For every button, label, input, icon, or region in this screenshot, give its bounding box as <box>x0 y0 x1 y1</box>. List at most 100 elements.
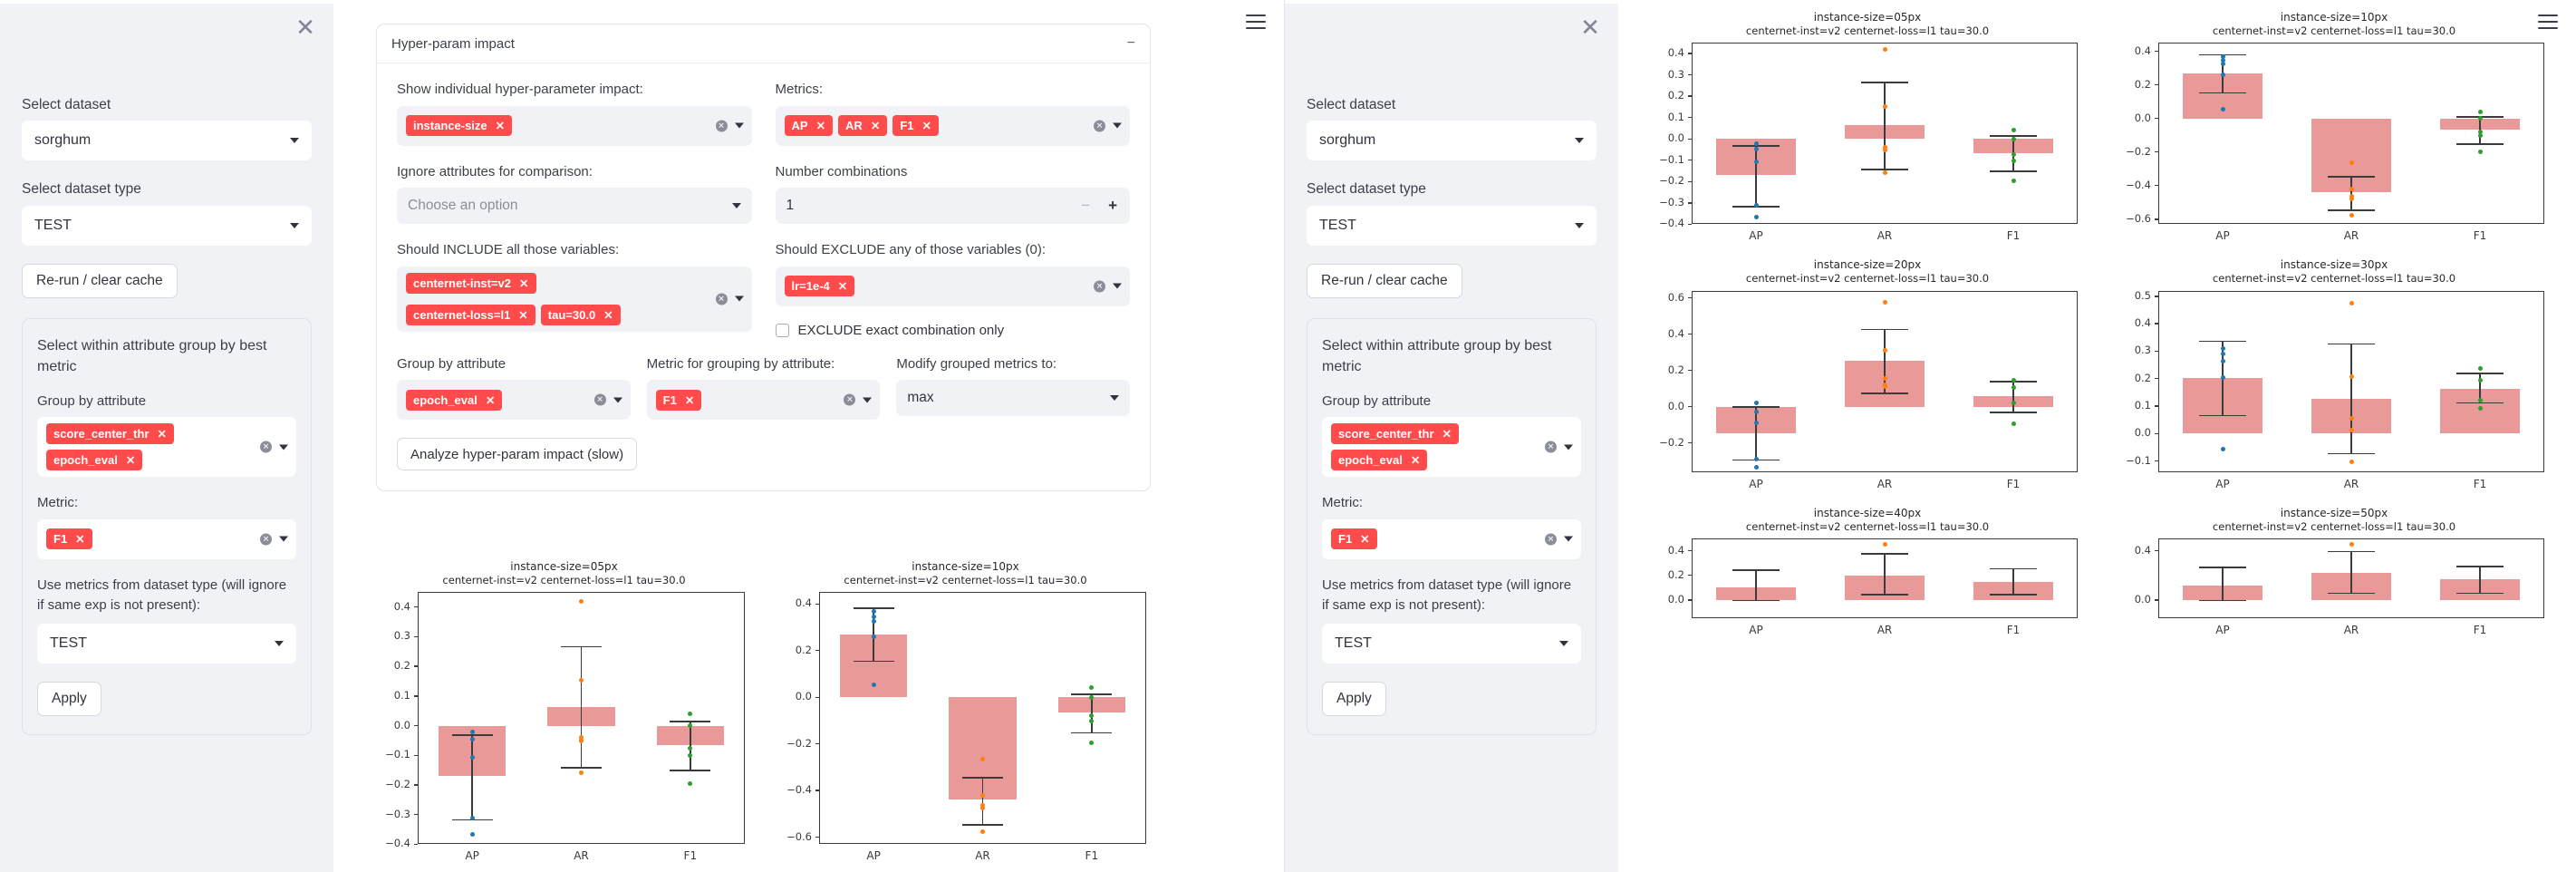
chart-subtitle: centernet-inst=v2 centernet-loss=l1 tau=… <box>2212 519 2456 533</box>
dataset-type-select[interactable]: TEST <box>22 205 312 246</box>
increment-icon[interactable]: + <box>1099 197 1119 215</box>
chip-remove-icon[interactable]: ✕ <box>158 427 167 441</box>
chevron-down-icon[interactable] <box>613 397 622 402</box>
decrement-icon[interactable]: − <box>1072 197 1099 215</box>
chip[interactable]: F1 ✕ <box>46 528 92 550</box>
chip[interactable]: lr=1e-4 ✕ <box>784 276 855 296</box>
chevron-down-icon[interactable] <box>1575 138 1584 144</box>
close-icon[interactable]: ✕ <box>294 15 317 40</box>
chip[interactable]: instance-size ✕ <box>406 115 513 136</box>
ignore-attributes-select[interactable]: Choose an option <box>397 188 752 224</box>
close-icon[interactable]: ✕ <box>1578 15 1602 40</box>
chip-remove-icon[interactable]: ✕ <box>1360 532 1369 546</box>
clear-all-icon[interactable]: ✕ <box>1094 120 1105 131</box>
analyze-hyper-param-impact-button[interactable]: Analyze hyper-param impact (slow) <box>397 438 638 470</box>
chart-c05: instance-size=05px centernet-inst=v2 cent… <box>376 560 752 867</box>
chip[interactable]: centernet-inst=v2 ✕ <box>406 272 536 294</box>
chip[interactable]: tau=30.0 ✕ <box>540 304 621 325</box>
chip[interactable]: epoch_eval ✕ <box>406 389 503 411</box>
modify-grouped-metrics-select[interactable]: max <box>896 380 1131 416</box>
clear-all-icon[interactable]: ✕ <box>715 120 728 131</box>
metric-multiselect[interactable]: F1 ✕ ✕ <box>1322 518 1581 559</box>
chip-remove-icon[interactable]: ✕ <box>126 453 135 467</box>
group-by-attribute-multiselect[interactable]: score_center_thr ✕ epoch_eval ✕ ✕ <box>1322 417 1581 478</box>
clear-all-icon[interactable]: ✕ <box>593 393 606 406</box>
chip[interactable]: F1 ✕ <box>1331 528 1377 550</box>
chip-remove-icon[interactable]: ✕ <box>1411 453 1420 467</box>
metric-for-grouping-multiselect[interactable]: F1 ✕ ✕ <box>646 380 881 420</box>
chip[interactable]: epoch_eval ✕ <box>1331 450 1428 471</box>
chevron-down-icon[interactable] <box>290 138 299 144</box>
chip[interactable]: epoch_eval ✕ <box>46 450 143 471</box>
chip-remove-icon[interactable]: ✕ <box>921 119 931 132</box>
apply-button[interactable]: Apply <box>1322 681 1386 716</box>
chip[interactable]: AP ✕ <box>784 115 834 136</box>
error-bar-cap <box>2455 592 2504 595</box>
metric-multiselect[interactable]: F1 ✕ ✕ <box>37 518 296 559</box>
chevron-down-icon[interactable] <box>731 203 741 208</box>
y-tick-label: 0.2 <box>1667 89 1684 102</box>
chip-remove-icon[interactable]: ✕ <box>1442 427 1452 441</box>
metrics-multiselect[interactable]: AP ✕ AR ✕ F1 ✕ ✕ <box>775 105 1130 146</box>
dataset-type-select[interactable]: TEST <box>1307 205 1597 246</box>
chevron-down-icon[interactable] <box>1564 536 1573 542</box>
chip-remove-icon[interactable]: ✕ <box>603 308 613 322</box>
chip-remove-icon[interactable]: ✕ <box>871 119 880 132</box>
clear-all-icon[interactable]: ✕ <box>1094 280 1105 292</box>
chip-remove-icon[interactable]: ✕ <box>486 393 495 407</box>
chip[interactable]: centernet-loss=l1 ✕ <box>406 304 535 325</box>
include-multiselect[interactable]: centernet-inst=v2 ✕ centernet-loss=l1 ✕ ta… <box>397 266 752 332</box>
dataset-select[interactable]: sorghum <box>22 121 312 161</box>
exclude-multiselect[interactable]: lr=1e-4 ✕ ✕ <box>775 266 1130 306</box>
error-bar <box>981 777 984 824</box>
chip-remove-icon[interactable]: ✕ <box>838 279 847 293</box>
chevron-down-icon[interactable] <box>279 444 288 451</box>
y-tick-mark <box>2155 405 2158 407</box>
chevron-down-icon[interactable] <box>863 397 873 402</box>
chevron-down-icon[interactable] <box>1113 122 1122 129</box>
rerun-clear-cache-button[interactable]: Re-run / clear cache <box>1307 263 1462 298</box>
group-by-attribute-multiselect[interactable]: score_center_thr ✕ epoch_eval ✕ ✕ <box>37 417 296 478</box>
exclude-exact-combination-checkbox[interactable]: EXCLUDE exact combination only <box>775 323 1131 338</box>
chip-remove-icon[interactable]: ✕ <box>75 532 84 546</box>
clear-all-icon[interactable]: ✕ <box>260 533 272 546</box>
chevron-down-icon[interactable] <box>1564 444 1573 451</box>
chevron-down-icon[interactable] <box>734 122 744 129</box>
checkbox-box[interactable] <box>775 323 789 337</box>
chip[interactable]: F1 ✕ <box>892 115 939 136</box>
clear-all-icon[interactable]: ✕ <box>260 441 272 453</box>
use-metrics-select[interactable]: TEST <box>1322 623 1581 664</box>
rerun-clear-cache-button[interactable]: Re-run / clear cache <box>22 263 178 298</box>
plot-area: −0.4 −0.3 −0.2 −0.1 0.0 0.1 0.2 0.3 0.4 AP AR F1 <box>1650 37 2085 247</box>
chevron-down-icon[interactable] <box>275 640 284 646</box>
clear-all-icon[interactable]: ✕ <box>1545 441 1557 453</box>
chevron-down-icon[interactable] <box>1575 222 1584 228</box>
minus-icon[interactable]: − <box>1127 35 1135 52</box>
chip-remove-icon[interactable]: ✕ <box>496 119 505 132</box>
chevron-down-icon[interactable] <box>1113 283 1122 289</box>
expander-header[interactable]: Hyper-param impact − <box>377 24 1150 63</box>
chevron-down-icon[interactable] <box>734 296 744 302</box>
use-metrics-select[interactable]: TEST <box>37 623 296 664</box>
dataset-select[interactable]: sorghum <box>1307 121 1597 161</box>
chip[interactable]: AR ✕ <box>838 115 888 136</box>
clear-all-icon[interactable]: ✕ <box>1545 533 1557 546</box>
chip-remove-icon[interactable]: ✕ <box>685 393 694 407</box>
show-individual-multiselect[interactable]: instance-size ✕ ✕ <box>397 105 752 146</box>
chevron-down-icon[interactable] <box>279 536 288 542</box>
chip[interactable]: score_center_thr ✕ <box>46 423 174 445</box>
chevron-down-icon[interactable] <box>1559 640 1568 646</box>
chip-remove-icon[interactable]: ✕ <box>816 119 825 132</box>
apply-button[interactable]: Apply <box>37 681 101 716</box>
chip-remove-icon[interactable]: ✕ <box>519 276 528 290</box>
chevron-down-icon[interactable] <box>1110 395 1120 401</box>
number-combinations-stepper[interactable]: 1 − + <box>775 188 1130 224</box>
chevron-down-icon[interactable] <box>290 222 299 228</box>
clear-all-icon[interactable]: ✕ <box>844 393 856 406</box>
hamburger-menu-icon[interactable] <box>1246 15 1266 29</box>
chip-remove-icon[interactable]: ✕ <box>518 308 527 322</box>
group-by-attribute-multiselect-2[interactable]: epoch_eval ✕ ✕ <box>397 380 631 420</box>
chip[interactable]: score_center_thr ✕ <box>1331 423 1459 445</box>
chip[interactable]: F1 ✕ <box>655 389 702 411</box>
clear-all-icon[interactable]: ✕ <box>715 293 728 305</box>
